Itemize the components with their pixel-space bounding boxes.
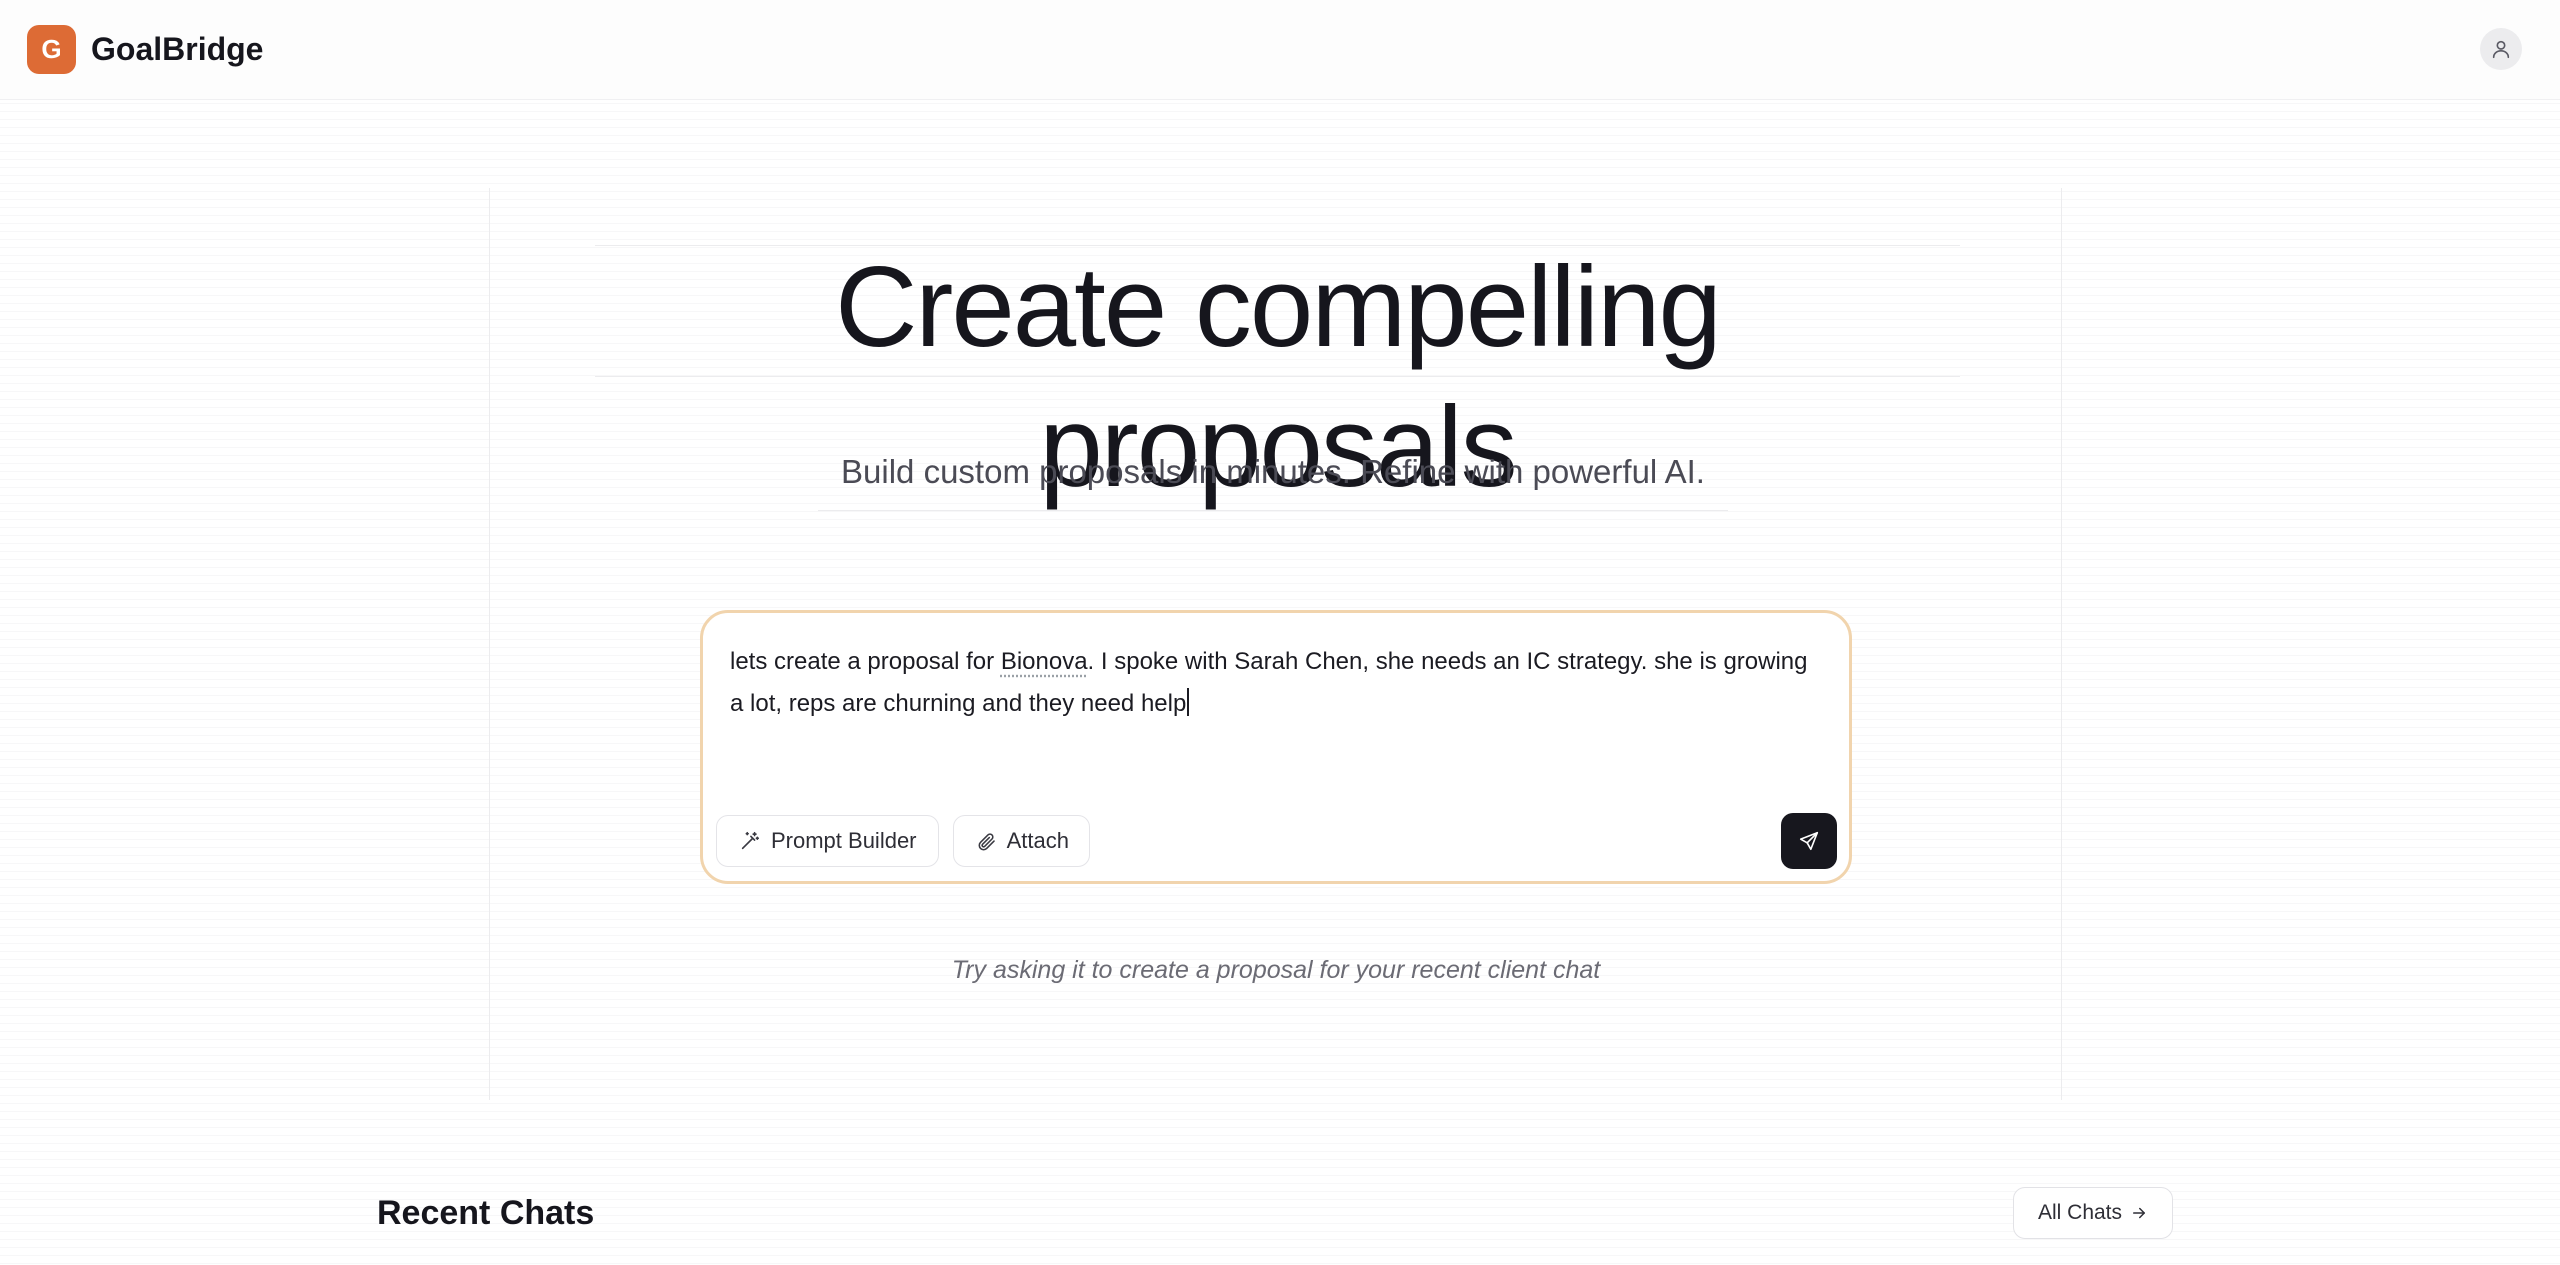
recent-chats-heading: Recent Chats xyxy=(377,1194,595,1232)
brand-logo[interactable]: G xyxy=(27,25,76,74)
attach-button[interactable]: Attach xyxy=(953,815,1090,867)
magic-wand-icon xyxy=(741,831,760,850)
all-chats-label: All Chats xyxy=(2037,1201,2123,1224)
logo-letter: G xyxy=(41,34,62,64)
arrow-right-icon xyxy=(2133,1207,2146,1219)
misspelled-word[interactable]: Bionova xyxy=(1001,648,1088,675)
top-header: G GoalBridge xyxy=(0,0,2560,100)
send-icon xyxy=(1799,831,1819,851)
user-avatar-button[interactable] xyxy=(2480,28,2522,70)
all-chats-button[interactable]: All Chats xyxy=(2013,1187,2173,1239)
hero-frame-right-line xyxy=(2061,188,2062,1100)
text-caret xyxy=(1187,688,1190,716)
hero-frame-left-line xyxy=(489,188,490,1100)
brand-name[interactable]: GoalBridge xyxy=(91,30,263,68)
prompt-builder-label: Prompt Builder xyxy=(771,828,917,853)
send-button[interactable] xyxy=(1781,813,1837,869)
prompt-builder-button[interactable]: Prompt Builder xyxy=(716,815,939,867)
user-icon xyxy=(2492,40,2510,59)
prompt-textarea[interactable]: lets create a proposal for Bionova. I sp… xyxy=(730,641,1820,725)
paperclip-icon xyxy=(978,832,995,850)
prompt-hint: Try asking it to create a proposal for y… xyxy=(951,956,1601,984)
attach-label: Attach xyxy=(1006,828,1069,853)
prompt-composer[interactable]: lets create a proposal for Bionova. I sp… xyxy=(700,610,1852,884)
prompt-text-start: lets create a proposal for xyxy=(730,648,1001,675)
page-subtitle: Build custom proposals in minutes. Refin… xyxy=(841,453,1705,490)
